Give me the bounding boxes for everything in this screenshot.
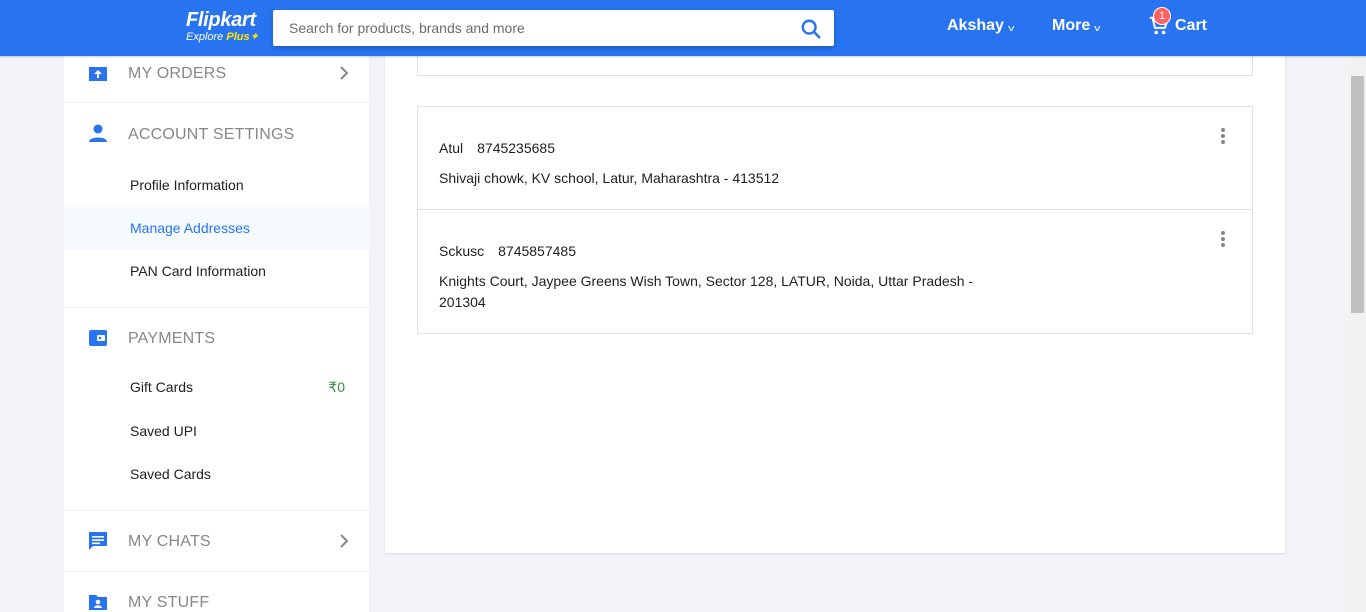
scrollbar-thumb[interactable] xyxy=(1351,76,1364,313)
account-settings-section: ACCOUNT SETTINGS Profile Information Man… xyxy=(64,103,369,307)
chat-icon xyxy=(89,532,107,550)
flipkart-logo[interactable]: Flipkart Explore Plus✦ xyxy=(186,9,259,43)
sidebar-item-manage-addresses[interactable]: Manage Addresses xyxy=(64,207,369,250)
sidebar-item-profile-information[interactable]: Profile Information xyxy=(64,164,369,207)
gift-cards-label: Gift Cards xyxy=(130,379,194,395)
orders-icon xyxy=(89,67,107,81)
logo-tagline: Explore Plus✦ xyxy=(186,31,259,43)
address-contact-line: Sckusc 8745857485 xyxy=(439,243,576,259)
user-name: Akshay xyxy=(947,17,1004,34)
my-stuff-title: MY STUFF xyxy=(128,594,210,611)
address-phone: 8745235685 xyxy=(477,140,555,156)
account-menu[interactable]: Akshay v xyxy=(947,17,1015,35)
sidebar-item-gift-cards[interactable]: Gift Cards ₹0 xyxy=(64,366,369,409)
user-icon xyxy=(89,124,107,142)
chevron-right-icon xyxy=(340,534,349,548)
chevron-down-icon: v xyxy=(1094,22,1101,33)
address-name: Sckusc xyxy=(439,243,485,259)
cart-count-badge: 1 xyxy=(1153,7,1171,25)
address-card: Sckusc 8745857485 Knights Court, Jaypee G… xyxy=(417,209,1253,334)
manage-addresses-panel: Atul 8745235685 Shivaji chowk, KV school,… xyxy=(385,46,1285,553)
my-orders-title: MY ORDERS xyxy=(128,65,227,82)
more-options-icon[interactable] xyxy=(1220,231,1226,249)
payments-title: PAYMENTS xyxy=(128,330,216,347)
account-settings-title: ACCOUNT SETTINGS xyxy=(128,126,295,143)
address-phone: 8745857485 xyxy=(498,243,576,259)
more-menu[interactable]: More v xyxy=(1052,17,1101,35)
address-card: Atul 8745235685 Shivaji chowk, KV school,… xyxy=(417,106,1253,210)
more-label: More xyxy=(1052,17,1091,34)
top-header: Flipkart Explore Plus✦ Akshay v More v 1… xyxy=(0,0,1366,56)
gift-card-balance: ₹0 xyxy=(328,379,345,395)
page-scrollbar[interactable] xyxy=(1349,56,1366,612)
address-name: Atul xyxy=(439,140,464,156)
search-input[interactable] xyxy=(273,10,773,46)
my-stuff-section[interactable]: MY STUFF xyxy=(64,572,369,612)
search-bar xyxy=(273,10,834,46)
address-contact-line: Atul 8745235685 xyxy=(439,140,555,156)
cart-link[interactable]: Cart xyxy=(1175,17,1207,35)
plus-star-icon: ✦ xyxy=(249,31,259,43)
chevron-down-icon: v xyxy=(1008,22,1015,33)
logo-plus-text: Plus xyxy=(226,31,250,43)
my-orders-section[interactable]: MY ORDERS xyxy=(64,56,369,102)
logo-explore-text: Explore xyxy=(186,31,224,43)
address-text: Shivaji chowk, KV school, Latur, Maharas… xyxy=(439,170,780,186)
sidebar-item-saved-upi[interactable]: Saved UPI xyxy=(64,410,369,453)
payments-section: PAYMENTS Gift Cards ₹0 Saved UPI Saved C… xyxy=(64,308,369,510)
my-chats-section[interactable]: MY CHATS xyxy=(64,511,369,571)
more-options-icon[interactable] xyxy=(1220,128,1226,146)
address-text: Knights Court, Jaypee Greens Wish Town, … xyxy=(439,273,974,310)
wallet-icon xyxy=(89,330,107,346)
my-chats-title: MY CHATS xyxy=(128,533,211,550)
chevron-right-icon xyxy=(340,66,349,80)
search-icon[interactable] xyxy=(800,18,822,40)
sidebar-item-pan-card-information[interactable]: PAN Card Information xyxy=(64,250,369,293)
sidebar-item-saved-cards[interactable]: Saved Cards xyxy=(64,453,369,496)
logo-text: Flipkart xyxy=(186,9,256,31)
account-sidebar: MY ORDERS ACCOUNT SETTINGS Profile Infor… xyxy=(64,56,369,612)
cart-label: Cart xyxy=(1175,17,1208,34)
folder-user-icon xyxy=(89,595,107,610)
